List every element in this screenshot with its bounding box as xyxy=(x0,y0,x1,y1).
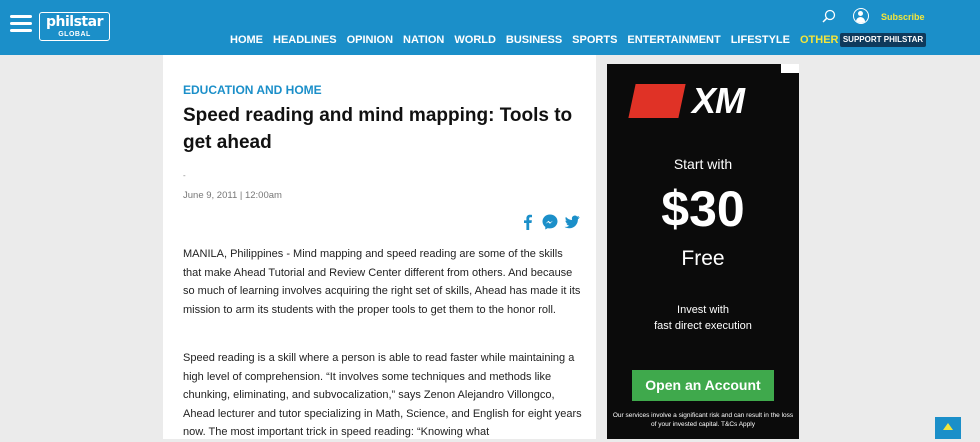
article-paragraph: MANILA, Philippines - Mind mapping and s… xyxy=(183,248,581,316)
nav-world[interactable]: WORLD xyxy=(454,33,496,47)
ad-disclaimer: Our services involve a significant risk … xyxy=(612,412,794,428)
article-title: Speed reading and mind mapping: Tools to… xyxy=(183,105,573,153)
logo-sub-text: GLOBAL xyxy=(58,31,91,38)
byline-placeholder: - xyxy=(183,171,186,180)
nav-entertainment[interactable]: ENTERTAINMENT xyxy=(627,33,720,47)
article-date: June 9, 2011 | 12:00am xyxy=(183,190,282,201)
xm-logo: XM xyxy=(628,80,782,121)
nav-nation[interactable]: NATION xyxy=(403,33,444,47)
twitter-icon[interactable] xyxy=(564,214,580,230)
nav-lifestyle[interactable]: LIFESTYLE xyxy=(731,33,790,47)
ad-choices-icon[interactable] xyxy=(781,64,799,73)
nav-sports[interactable]: SPORTS xyxy=(572,33,617,47)
nav-opinion[interactable]: OPINION xyxy=(347,33,393,47)
ad-invest-line-2: fast direct execution xyxy=(654,320,752,332)
logo-main-text: philstar xyxy=(46,14,103,30)
ad-invest-line-1: Invest with xyxy=(677,304,729,316)
nav-business[interactable]: BUSINESS xyxy=(506,33,562,47)
facebook-icon[interactable] xyxy=(520,214,536,230)
search-icon[interactable] xyxy=(822,9,836,23)
xm-brand-text: XM xyxy=(692,80,745,121)
ad-amount: $30 xyxy=(661,181,745,237)
hamburger-menu-icon[interactable] xyxy=(10,15,32,32)
open-account-button[interactable]: Open an Account xyxy=(632,370,774,401)
ad-free: Free xyxy=(681,247,725,270)
advertisement-banner[interactable]: XM Start with $30 Free Invest with fast … xyxy=(607,64,799,439)
xm-bull-mark xyxy=(628,84,686,118)
subscribe-link[interactable]: Subscribe xyxy=(881,12,925,22)
article-paragraph: Speed reading is a skill where a person … xyxy=(183,352,582,438)
nav-home[interactable]: HOME xyxy=(230,33,263,47)
nav-headlines[interactable]: HEADLINES xyxy=(273,33,337,47)
top-bar: philstar GLOBAL HOME HEADLINES OPINION N… xyxy=(0,0,980,55)
philstar-logo[interactable]: philstar GLOBAL xyxy=(39,12,110,41)
support-philstar-button[interactable]: SUPPORT PHILSTAR xyxy=(840,33,926,47)
article-category[interactable]: EDUCATION AND HOME xyxy=(183,83,322,97)
arrow-up-icon xyxy=(943,423,953,430)
main-nav: HOME HEADLINES OPINION NATION WORLD BUSI… xyxy=(230,33,908,47)
share-buttons xyxy=(520,214,580,230)
ad-start-with: Start with xyxy=(673,156,733,172)
scroll-to-top-button[interactable] xyxy=(935,417,961,439)
user-account-icon[interactable] xyxy=(853,8,869,24)
messenger-icon[interactable] xyxy=(542,214,558,230)
